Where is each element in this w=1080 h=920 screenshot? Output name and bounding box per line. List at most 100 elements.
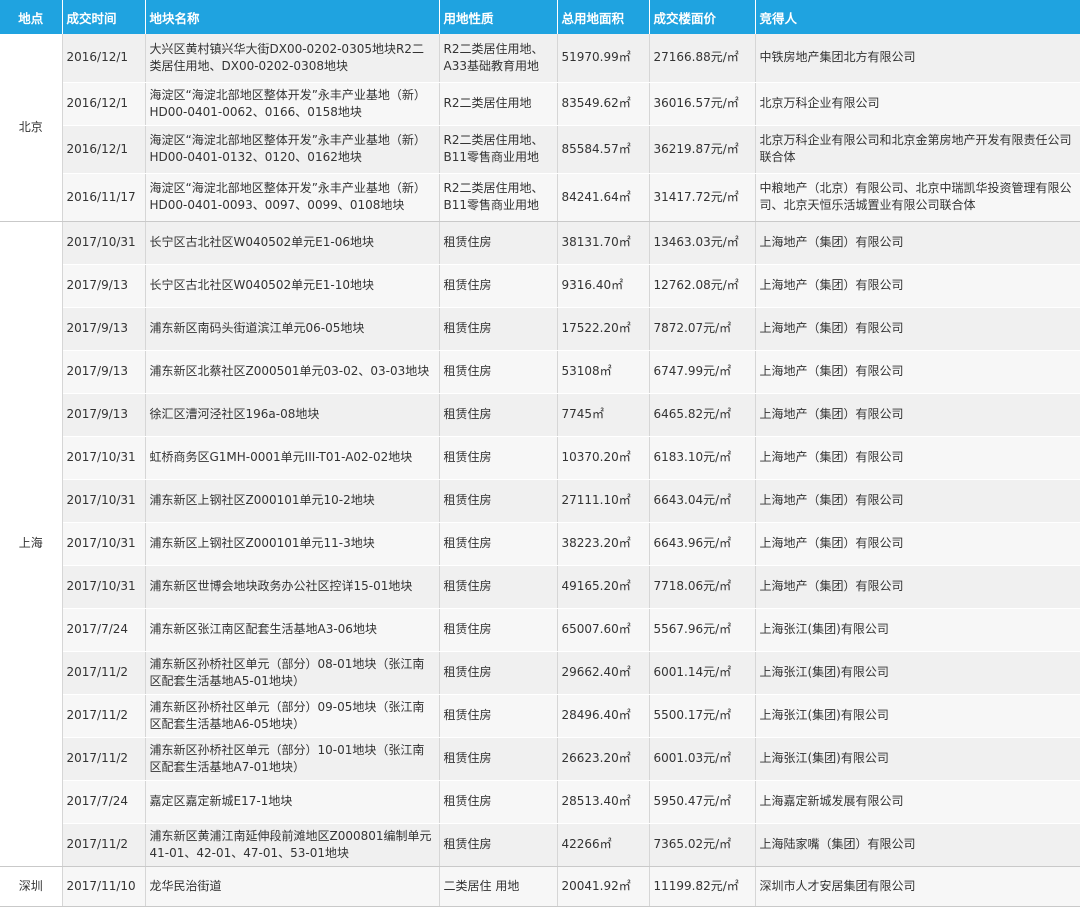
- date-cell: 2017/7/24: [62, 780, 146, 824]
- winner-cell: 上海地产（集团）有限公司: [755, 436, 1080, 480]
- table-row: 2017/9/13 徐汇区漕河泾社区196a-08地块 租赁住房 7745㎡ 6465.…: [0, 393, 1080, 437]
- winner-cell: 北京万科企业有限公司: [755, 82, 1080, 126]
- area-cell: 7745㎡: [557, 393, 650, 437]
- area-cell: 42266㎡: [557, 823, 650, 867]
- winner-cell: 上海张江(集团)有限公司: [755, 608, 1080, 652]
- plot-name-cell: 虹桥商务区G1MH-0001单元III-T01-A02-02地块: [145, 436, 440, 480]
- header-area: 总用地面积: [557, 0, 650, 34]
- floor-price-cell: 5950.47元/㎡: [649, 780, 756, 824]
- land-use-cell: 租赁住房: [439, 479, 558, 523]
- land-transactions-table: 地点 成交时间 地块名称 用地性质 总用地面积 成交楼面价 竞得人 北京 2016…: [0, 0, 1080, 907]
- table-row: 2017/11/2 浦东新区黄浦江南延伸段前滩地区Z000801编制单元41-01…: [0, 823, 1080, 867]
- area-cell: 38131.70㎡: [557, 221, 650, 265]
- city-cell: 上海: [0, 221, 63, 867]
- land-use-cell: R2二类居住用地、A33基础教育用地: [439, 34, 558, 83]
- table-row: 深圳 2017/11/10 龙华民治街道 二类居住 用地 20041.92㎡ 11199.…: [0, 866, 1080, 907]
- floor-price-cell: 6001.14元/㎡: [649, 651, 756, 695]
- plot-name-cell: 浦东新区张江南区配套生活基地A3-06地块: [145, 608, 440, 652]
- table-row: 2017/9/13 浦东新区南码头街道滨江单元06-05地块 租赁住房 17522.2…: [0, 307, 1080, 351]
- header-use: 用地性质: [439, 0, 558, 34]
- floor-price-cell: 6747.99元/㎡: [649, 350, 756, 394]
- date-cell: 2016/12/1: [62, 34, 146, 83]
- plot-name-cell: 浦东新区南码头街道滨江单元06-05地块: [145, 307, 440, 351]
- area-cell: 17522.20㎡: [557, 307, 650, 351]
- area-cell: 51970.99㎡: [557, 34, 650, 83]
- winner-cell: 上海张江(集团)有限公司: [755, 737, 1080, 781]
- plot-name-cell: 浦东新区孙桥社区单元（部分）10-01地块（张江南区配套生活基地A7-01地块）: [145, 737, 440, 781]
- winner-cell: 中粮地产（北京）有限公司、北京中瑞凯华投资管理有限公司、北京天恒乐活城置业有限公…: [755, 173, 1080, 222]
- date-cell: 2016/12/1: [62, 82, 146, 126]
- land-use-cell: 租赁住房: [439, 307, 558, 351]
- date-cell: 2017/10/31: [62, 479, 146, 523]
- floor-price-cell: 6001.03元/㎡: [649, 737, 756, 781]
- area-cell: 65007.60㎡: [557, 608, 650, 652]
- table-row: 2016/12/1 海淀区“海淀北部地区整体开发”永丰产业基地（新）HD00-04…: [0, 125, 1080, 174]
- plot-name-cell: 徐汇区漕河泾社区196a-08地块: [145, 393, 440, 437]
- floor-price-cell: 6465.82元/㎡: [649, 393, 756, 437]
- date-cell: 2017/10/31: [62, 522, 146, 566]
- land-use-cell: 租赁住房: [439, 393, 558, 437]
- plot-name-cell: 嘉定区嘉定新城E17-1地块: [145, 780, 440, 824]
- floor-price-cell: 13463.03元/㎡: [649, 221, 756, 265]
- date-cell: 2017/10/31: [62, 565, 146, 609]
- header-name: 地块名称: [145, 0, 440, 34]
- land-use-cell: R2二类居住用地: [439, 82, 558, 126]
- table-header-row: 地点 成交时间 地块名称 用地性质 总用地面积 成交楼面价 竞得人: [0, 0, 1080, 34]
- floor-price-cell: 5500.17元/㎡: [649, 694, 756, 738]
- winner-cell: 上海地产（集团）有限公司: [755, 264, 1080, 308]
- winner-cell: 上海嘉定新城发展有限公司: [755, 780, 1080, 824]
- date-cell: 2017/10/31: [62, 221, 146, 265]
- land-use-cell: 租赁住房: [439, 651, 558, 695]
- floor-price-cell: 12762.08元/㎡: [649, 264, 756, 308]
- header-date: 成交时间: [62, 0, 146, 34]
- winner-cell: 上海地产（集团）有限公司: [755, 565, 1080, 609]
- plot-name-cell: 浦东新区北蔡社区Z000501单元03-02、03-03地块: [145, 350, 440, 394]
- plot-name-cell: 海淀区“海淀北部地区整体开发”永丰产业基地（新）HD00-0401-0093、0…: [145, 173, 440, 222]
- land-use-cell: 租赁住房: [439, 264, 558, 308]
- winner-cell: 上海陆家嘴（集团）有限公司: [755, 823, 1080, 867]
- land-use-cell: R2二类居住用地、B11零售商业用地: [439, 125, 558, 174]
- plot-name-cell: 浦东新区世博会地块政务办公社区控详15-01地块: [145, 565, 440, 609]
- date-cell: 2017/11/10: [62, 866, 146, 907]
- table-body: 北京 2016/12/1 大兴区黄村镇兴华大街DX00-0202-0305地块R2二…: [0, 34, 1080, 907]
- table-row: 2017/7/24 浦东新区张江南区配套生活基地A3-06地块 租赁住房 65007.…: [0, 608, 1080, 652]
- table-row: 2017/10/31 浦东新区世博会地块政务办公社区控详15-01地块 租赁住房 49…: [0, 565, 1080, 609]
- winner-cell: 上海地产（集团）有限公司: [755, 307, 1080, 351]
- land-use-cell: 租赁住房: [439, 737, 558, 781]
- date-cell: 2017/11/2: [62, 694, 146, 738]
- area-cell: 85584.57㎡: [557, 125, 650, 174]
- plot-name-cell: 浦东新区上钢社区Z000101单元10-2地块: [145, 479, 440, 523]
- land-use-cell: 租赁住房: [439, 350, 558, 394]
- area-cell: 84241.64㎡: [557, 173, 650, 222]
- plot-name-cell: 龙华民治街道: [145, 866, 440, 907]
- plot-name-cell: 浦东新区孙桥社区单元（部分）08-01地块（张江南区配套生活基地A5-01地块）: [145, 651, 440, 695]
- table-row: 2017/9/13 长宁区古北社区W040502单元E1-10地块 租赁住房 9316…: [0, 264, 1080, 308]
- floor-price-cell: 36016.57元/㎡: [649, 82, 756, 126]
- winner-cell: 上海地产（集团）有限公司: [755, 393, 1080, 437]
- date-cell: 2016/12/1: [62, 125, 146, 174]
- winner-cell: 中铁房地产集团北方有限公司: [755, 34, 1080, 83]
- floor-price-cell: 6643.96元/㎡: [649, 522, 756, 566]
- plot-name-cell: 长宁区古北社区W040502单元E1-10地块: [145, 264, 440, 308]
- table-row: 2017/9/13 浦东新区北蔡社区Z000501单元03-02、03-03地块租…: [0, 350, 1080, 394]
- area-cell: 26623.20㎡: [557, 737, 650, 781]
- floor-price-cell: 6183.10元/㎡: [649, 436, 756, 480]
- table-row: 2017/10/31 浦东新区上钢社区Z000101单元11-3地块 租赁住房 382…: [0, 522, 1080, 566]
- area-cell: 28513.40㎡: [557, 780, 650, 824]
- header-city: 地点: [0, 0, 63, 34]
- floor-price-cell: 7365.02元/㎡: [649, 823, 756, 867]
- area-cell: 49165.20㎡: [557, 565, 650, 609]
- plot-name-cell: 海淀区“海淀北部地区整体开发”永丰产业基地（新）HD00-0401-0132、0…: [145, 125, 440, 174]
- plot-name-cell: 大兴区黄村镇兴华大街DX00-0202-0305地块R2二类居住用地、DX00-…: [145, 34, 440, 83]
- area-cell: 29662.40㎡: [557, 651, 650, 695]
- land-use-cell: 二类居住 用地: [439, 866, 558, 907]
- winner-cell: 深圳市人才安居集团有限公司: [755, 866, 1080, 907]
- area-cell: 10370.20㎡: [557, 436, 650, 480]
- plot-name-cell: 浦东新区上钢社区Z000101单元11-3地块: [145, 522, 440, 566]
- table-row: 2017/11/2 浦东新区孙桥社区单元（部分）09-05地块（张江南区配套生活基…: [0, 694, 1080, 738]
- table-row: 2016/11/17 海淀区“海淀北部地区整体开发”永丰产业基地（新）HD00-0…: [0, 173, 1080, 222]
- date-cell: 2017/11/2: [62, 737, 146, 781]
- winner-cell: 上海地产（集团）有限公司: [755, 350, 1080, 394]
- date-cell: 2017/11/2: [62, 651, 146, 695]
- winner-cell: 上海地产（集团）有限公司: [755, 522, 1080, 566]
